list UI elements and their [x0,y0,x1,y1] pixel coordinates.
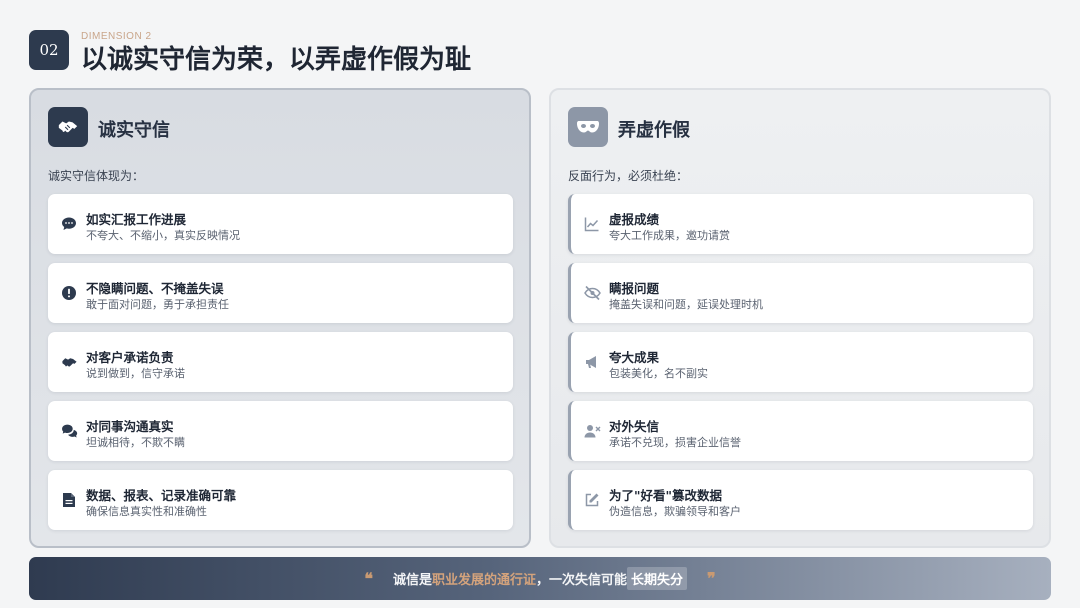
panel-title: 弄虚作假 [618,120,690,141]
quote-highlight-text: 职业发展的通行证 [431,573,536,588]
chart-line-icon [583,215,601,233]
item-desc: 包装美化，名不副实 [609,367,708,380]
mask-icon [568,107,608,147]
quote-open-icon: ❝ [364,569,373,588]
panel-subtitle: 诚实守信体现为： [48,169,145,183]
item-title: 瞒报问题 [609,281,660,296]
item-title: 对客户承诺负责 [86,350,174,365]
item-desc: 伪造信息，欺骗领导和客户 [609,505,741,518]
panel-title: 诚实守信 [98,120,170,141]
item-desc: 掩盖失误和问题，延误处理时机 [609,298,763,311]
list-item: 不隐瞒问题、不掩盖失误 敢于面对问题，勇于承担责任 [48,263,513,323]
item-title: 为了"好看"篡改数据 [609,488,723,503]
list-item: 虚报成绩 夸大工作成果，邀功请赏 [568,194,1033,254]
item-title: 不隐瞒问题、不掩盖失误 [86,281,224,296]
item-desc: 夸大工作成果，邀功请赏 [609,229,730,242]
document-icon [60,491,78,509]
item-title: 数据、报表、记录准确可靠 [86,488,237,503]
page-title: 以诚实守信为荣，以弄虚作假为耻 [81,45,472,75]
chat-icon [60,215,78,233]
list-item: 如实汇报工作进展 不夸大、不缩小，真实反映情况 [48,194,513,254]
list-item: 对外失信 承诺不兑现，损害企业信誉 [568,401,1033,461]
handshake-icon [48,107,88,147]
item-desc: 确保信息真实性和准确性 [86,505,207,518]
quote-text-part: ，一次失信可能 [536,573,628,588]
item-desc: 不夸大、不缩小，真实反映情况 [86,229,240,242]
item-desc: 说到做到，信守承诺 [86,367,185,380]
list-item: 对客户承诺负责 说到做到，信守承诺 [48,332,513,392]
item-title: 对同事沟通真实 [86,419,174,434]
section-number-badge: 02 [29,30,69,70]
conversation-icon [60,422,78,440]
item-desc: 敢于面对问题，勇于承担责任 [86,298,229,311]
item-title: 对外失信 [609,419,660,434]
quote-emphasis-text: 长期失分 [627,567,688,590]
list-item: 对同事沟通真实 坦诚相待，不欺不瞒 [48,401,513,461]
eye-slash-icon [583,284,601,302]
page-header: 02 DIMENSION 2 以诚实守信为荣，以弄虚作假为耻 [29,30,629,75]
footer-quote-banner: ❝ 诚信是 职业发展的通行证 ，一次失信可能 长期失分 ❞ [29,557,1051,600]
honesty-panel: 诚实守信 诚实守信体现为： 如实汇报工作进展 不夸大、不缩小，真实反映情况 不隐… [29,88,531,548]
panel-subtitle: 反面行为，必须杜绝： [568,169,689,183]
item-title: 如实汇报工作进展 [86,212,187,227]
megaphone-icon [583,353,601,371]
list-item: 瞒报问题 掩盖失误和问题，延误处理时机 [568,263,1033,323]
list-item: 为了"好看"篡改数据 伪造信息，欺骗领导和客户 [568,470,1033,530]
item-desc: 承诺不兑现，损害企业信誉 [609,436,741,449]
item-title: 虚报成绩 [609,212,660,227]
handshake-icon [60,353,78,371]
item-title: 夸大成果 [609,350,660,365]
list-item: 夸大成果 包装美化，名不副实 [568,332,1033,392]
quote-text-part: 诚信是 [392,573,432,588]
fraud-panel: 弄虚作假 反面行为，必须杜绝： 虚报成绩 夸大工作成果，邀功请赏 瞒报问题 掩盖… [549,88,1051,548]
edit-icon [583,491,601,509]
user-x-icon [583,422,601,440]
list-item: 数据、报表、记录准确可靠 确保信息真实性和准确性 [48,470,513,530]
quote-close-icon: ❞ [707,569,716,588]
alert-icon [60,284,78,302]
item-desc: 坦诚相待，不欺不瞒 [86,436,185,449]
